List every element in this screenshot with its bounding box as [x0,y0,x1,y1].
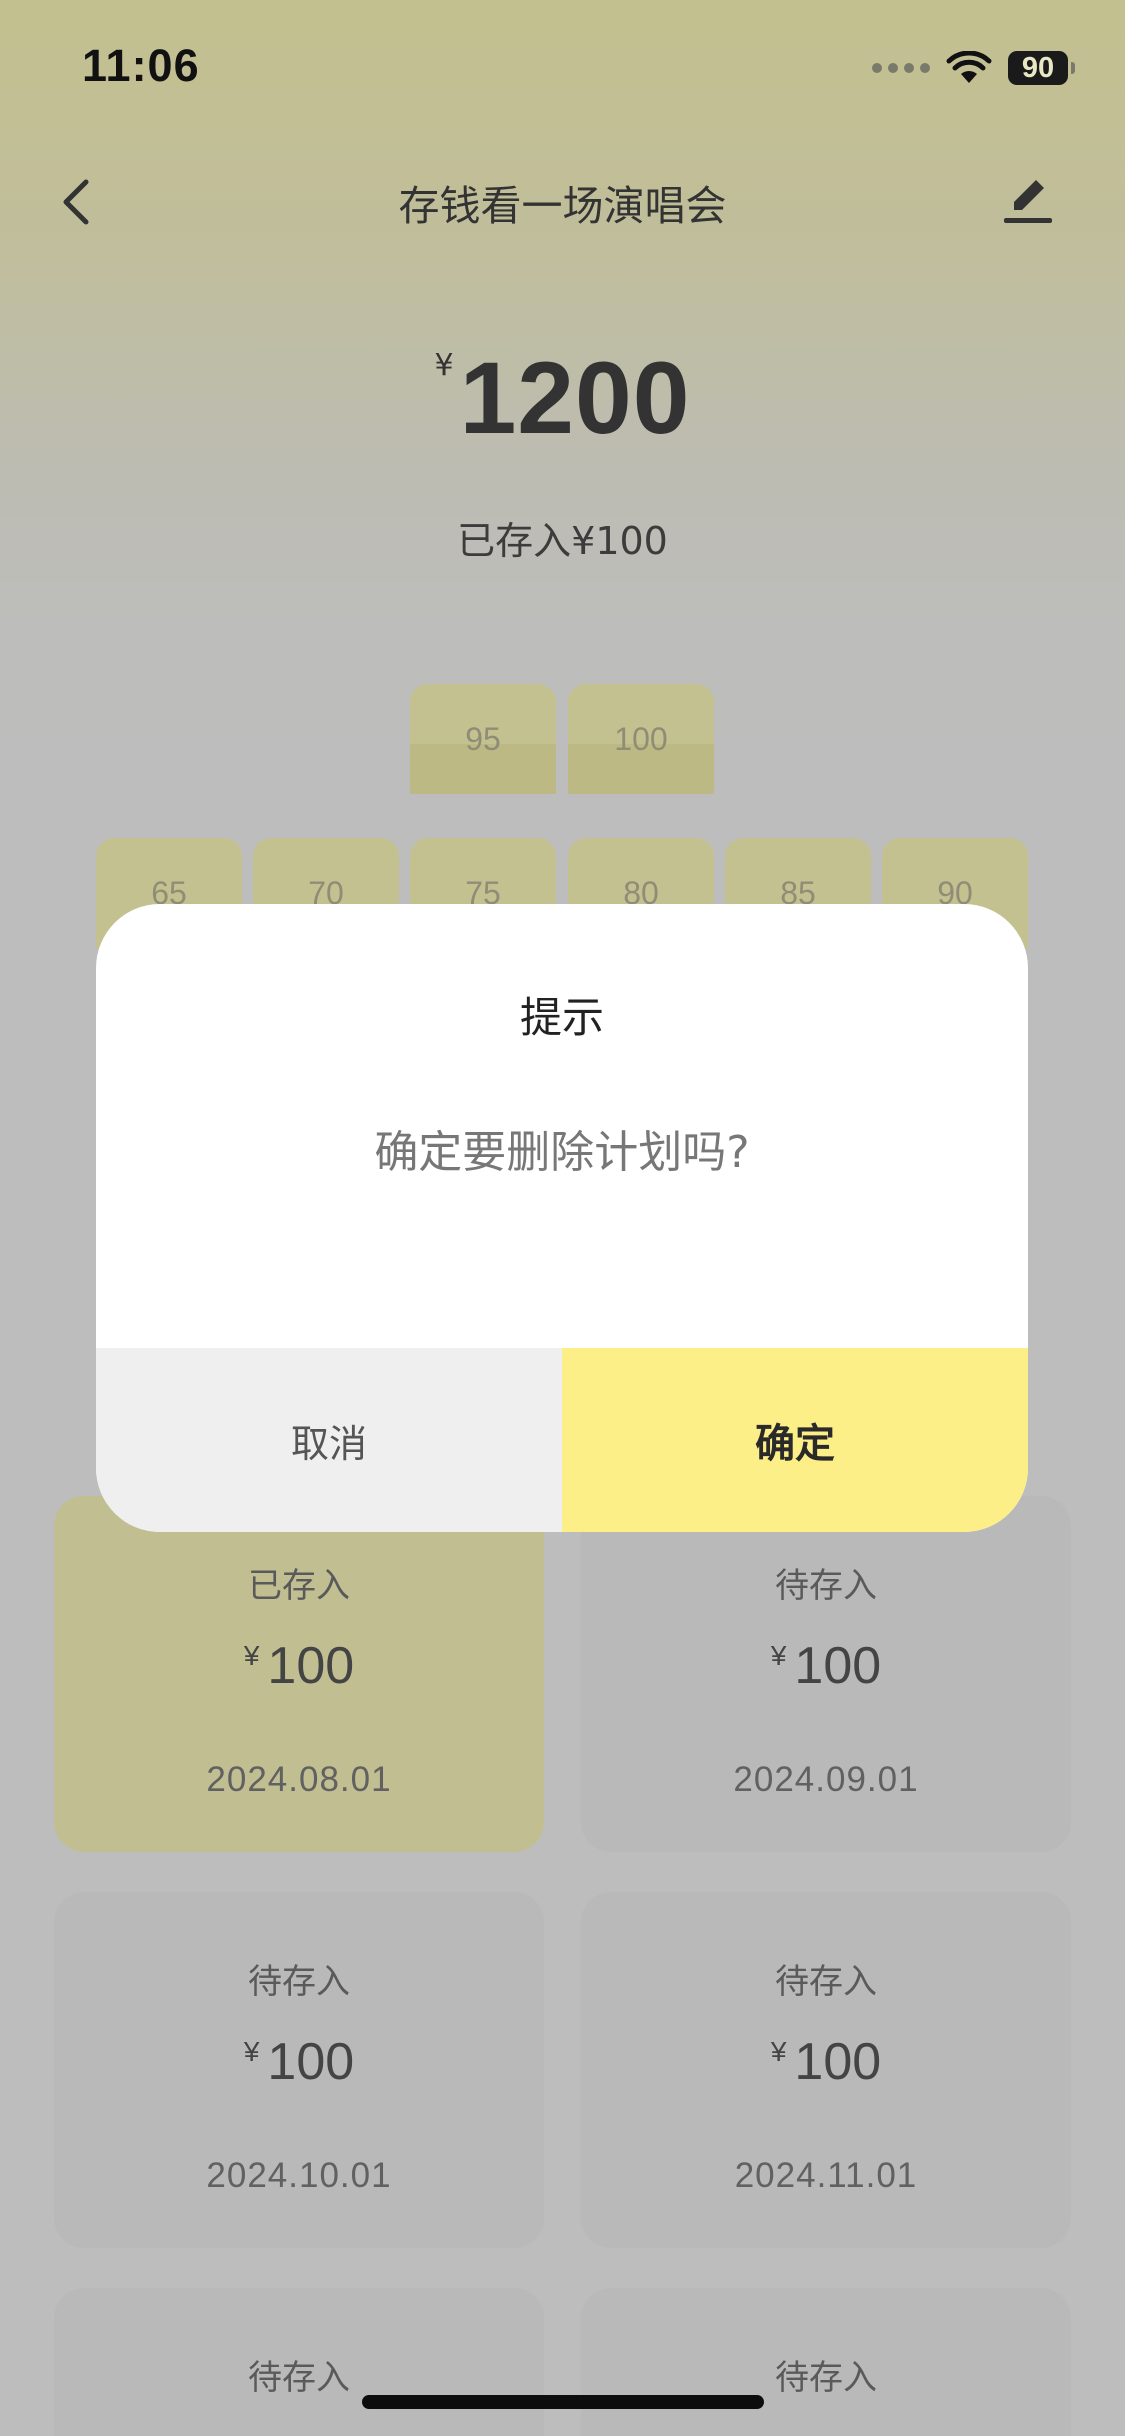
battery-icon: 90 [1008,51,1075,85]
card-amount-value: 100 [267,1637,355,1695]
card-date: 2024.11.01 [734,2156,918,2195]
screen-background: 11:06 90 存钱看一场演唱会 ¥1200 已存入¥100 95 100 6… [0,0,1125,2436]
card-date: 2024.08.01 [206,1760,392,1799]
card-status: 待存入 [248,2358,350,2398]
card-amount: ¥100 [581,2032,1071,2092]
deposit-card[interactable]: 待存入 ¥100 2024.10.01 [54,1892,544,2248]
grid-cell-value: 100 [614,721,668,757]
cancel-button[interactable]: 取消 [96,1348,562,1532]
home-indicator[interactable] [362,2395,764,2409]
card-amount-value: 100 [794,2033,882,2091]
grid-cell-value: 95 [465,721,501,757]
dialog-message: 确定要删除计划吗? [374,1127,750,1178]
grid-cell[interactable]: 95 [410,684,556,794]
card-amount-value: 100 [267,2033,355,2091]
deposit-card[interactable]: 待存入 ¥100 2024.09.01 [581,1496,1071,1852]
card-status: 待存入 [248,1962,350,2002]
cellular-signal-icon [872,63,930,73]
confirm-button[interactable]: 确定 [562,1348,1028,1532]
card-date: 2024.10.01 [206,2156,392,2195]
card-currency: ¥ [243,2036,260,2067]
card-status: 待存入 [775,1962,877,2002]
edit-pencil-icon[interactable] [1000,170,1056,230]
deposit-card[interactable]: 待存入 [54,2288,544,2436]
target-amount: ¥1200 [0,340,1125,457]
card-amount: ¥100 [54,2032,544,2092]
confirm-delete-dialog: 提示 确定要删除计划吗? 取消 确定 [96,904,1028,1532]
status-time: 11:06 [82,40,200,91]
dialog-title: 提示 [519,993,604,1042]
deposit-card[interactable]: 待存入 ¥100 2024.11.01 [581,1892,1071,2248]
card-date: 2024.09.01 [733,1760,919,1799]
card-amount-value: 100 [794,1637,882,1695]
target-amount-value: 1200 [459,341,691,455]
grid-cell[interactable]: 100 [568,684,714,794]
wifi-icon [946,51,992,83]
card-status: 待存入 [775,2358,877,2398]
page-title: 存钱看一场演唱会 [398,182,727,230]
card-amount: ¥100 [54,1636,544,1696]
dialog-actions: 取消 确定 [96,1348,1028,1532]
deposit-card[interactable]: 已存入 ¥100 2024.08.01 [54,1496,544,1852]
card-status: 待存入 [775,1566,877,1606]
card-amount: ¥100 [581,1636,1071,1696]
card-currency: ¥ [243,1640,260,1671]
card-status: 已存入 [248,1566,350,1606]
status-indicators: 90 [872,48,1075,88]
saved-amount-text: 已存入¥100 [457,519,668,563]
card-currency: ¥ [770,1640,787,1671]
currency-symbol: ¥ [434,348,454,383]
battery-level: 90 [1008,51,1068,85]
deposit-card[interactable]: 待存入 [581,2288,1071,2436]
card-currency: ¥ [770,2036,787,2067]
